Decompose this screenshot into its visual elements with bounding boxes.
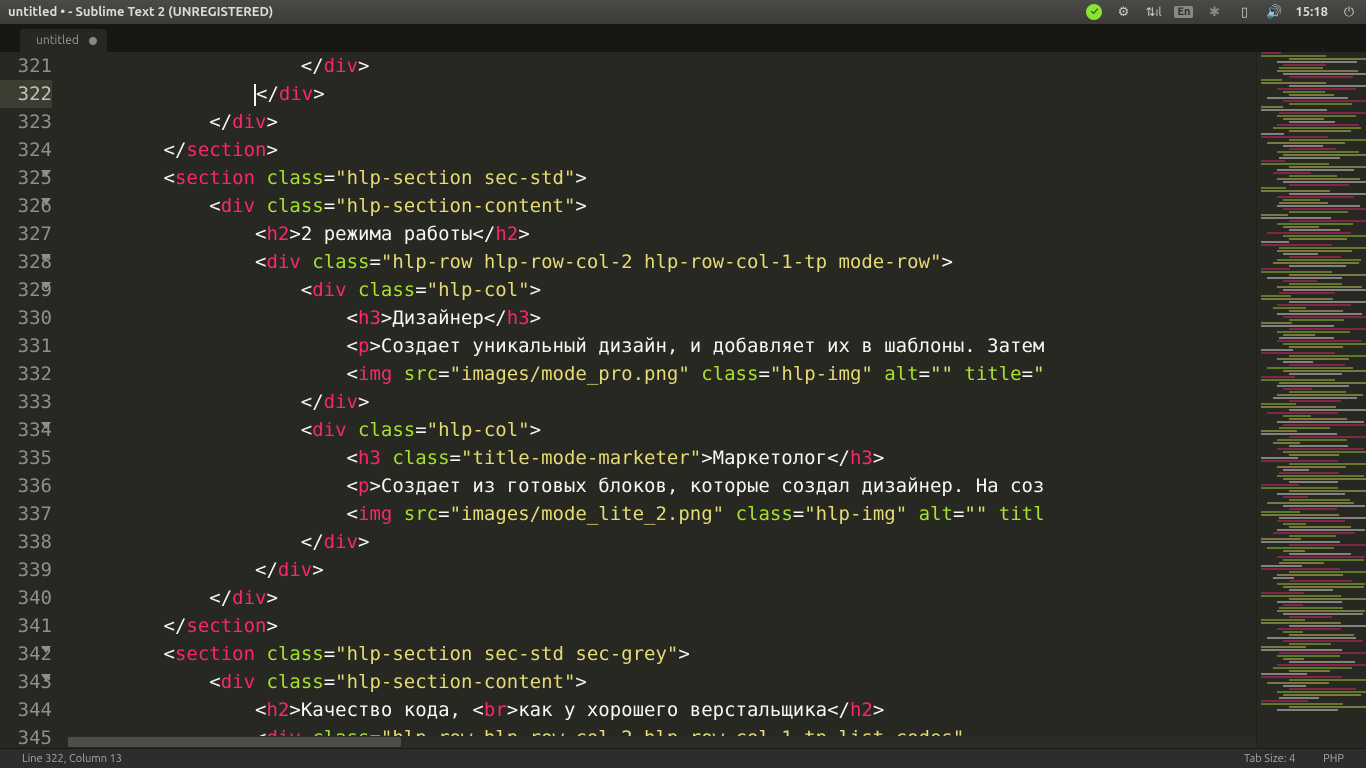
code-line[interactable]: <div class="hlp-section-content"> (72, 668, 1256, 696)
line-number[interactable]: 340 (0, 584, 52, 612)
line-number[interactable]: 332 (0, 360, 52, 388)
line-number[interactable]: 322 (0, 80, 52, 108)
minimap[interactable] (1256, 52, 1366, 748)
clock[interactable]: 15:18 (1295, 5, 1328, 19)
scrollbar-thumb[interactable] (68, 737, 401, 747)
code-line[interactable]: <div class="hlp-section-content"> (72, 192, 1256, 220)
code-line[interactable]: </div> (72, 528, 1256, 556)
fold-marker-icon[interactable] (41, 170, 51, 177)
tab-size-indicator[interactable]: Tab Size: 4 (1230, 753, 1309, 765)
code-line[interactable]: <h3 class="title-mode-marketer">Маркетол… (72, 444, 1256, 472)
code-line[interactable]: <p>Создает из готовых блоков, которые со… (72, 472, 1256, 500)
status-bar: Line 322, Column 13 Tab Size: 4 PHP (0, 748, 1366, 768)
line-number[interactable]: 338 (0, 528, 52, 556)
line-number[interactable]: 343 (0, 668, 52, 696)
volume-icon[interactable]: 🔊 (1265, 3, 1283, 21)
line-number[interactable]: 333 (0, 388, 52, 416)
code-line[interactable]: <h2>Качество кода, <br>как у хорошего ве… (72, 696, 1256, 724)
line-number[interactable]: 339 (0, 556, 52, 584)
code-line[interactable]: <section class="hlp-section sec-std sec-… (72, 640, 1256, 668)
fold-marker-icon[interactable] (41, 422, 51, 429)
code-line[interactable]: </div> (72, 388, 1256, 416)
line-number[interactable]: 334 (0, 416, 52, 444)
line-number[interactable]: 328 (0, 248, 52, 276)
line-number[interactable]: 341 (0, 612, 52, 640)
bluetooth-icon[interactable]: ✱ (1205, 3, 1223, 21)
battery-icon[interactable]: ▯ (1235, 3, 1253, 21)
code-line[interactable]: <img src="images/mode_pro.png" class="hl… (72, 360, 1256, 388)
horizontal-scrollbar[interactable] (68, 736, 1256, 748)
line-number[interactable]: 327 (0, 220, 52, 248)
settings-icon[interactable]: ⚙ (1114, 3, 1132, 21)
code-line[interactable]: </div> (72, 584, 1256, 612)
line-number[interactable]: 335 (0, 444, 52, 472)
tab-untitled[interactable]: untitled (20, 29, 107, 52)
code-line[interactable]: </div> (72, 108, 1256, 136)
line-number[interactable]: 326 (0, 192, 52, 220)
tab-label: untitled (36, 34, 79, 47)
code-line[interactable]: <div class="hlp-col"> (72, 416, 1256, 444)
tab-bar: untitled (0, 24, 1366, 52)
code-line[interactable]: </section> (72, 612, 1256, 640)
fold-marker-icon[interactable] (41, 282, 51, 289)
code-line[interactable]: </div> (72, 80, 1256, 108)
line-number[interactable]: 345 (0, 724, 52, 752)
fold-marker-icon[interactable] (41, 646, 51, 653)
power-icon[interactable]: ⏻ (1340, 3, 1358, 21)
line-number[interactable]: 336 (0, 472, 52, 500)
network-icon[interactable]: ⇅ıl (1144, 3, 1162, 21)
fold-marker-icon[interactable] (41, 674, 51, 681)
system-menubar: untitled • - Sublime Text 2 (UNREGISTERE… (0, 0, 1366, 24)
code-line[interactable]: <div class="hlp-col"> (72, 276, 1256, 304)
window-title: untitled • - Sublime Text 2 (UNREGISTERE… (8, 5, 273, 19)
line-number[interactable]: 331 (0, 332, 52, 360)
fold-marker-icon[interactable] (41, 254, 51, 261)
line-number[interactable]: 330 (0, 304, 52, 332)
syntax-indicator[interactable]: PHP (1309, 753, 1358, 765)
keyboard-lang-indicator[interactable]: En (1174, 6, 1193, 18)
line-number[interactable]: 342 (0, 640, 52, 668)
code-line[interactable]: <h3>Дизайнер</h3> (72, 304, 1256, 332)
line-number[interactable]: 323 (0, 108, 52, 136)
code-line[interactable]: <div class="hlp-row hlp-row-col-2 hlp-ro… (72, 248, 1256, 276)
editor: 3213223233243253263273283293303313323333… (0, 52, 1366, 748)
line-number[interactable]: 329 (0, 276, 52, 304)
line-number[interactable]: 321 (0, 52, 52, 80)
line-number[interactable]: 324 (0, 136, 52, 164)
code-line[interactable]: </div> (72, 556, 1256, 584)
code-line[interactable]: <h2>2 режима работы</h2> (72, 220, 1256, 248)
code-line[interactable]: <section class="hlp-section sec-std"> (72, 164, 1256, 192)
fold-marker-icon[interactable] (41, 198, 51, 205)
tab-dirty-indicator-icon (89, 37, 97, 45)
code-line[interactable]: <img src="images/mode_lite_2.png" class=… (72, 500, 1256, 528)
sync-ok-icon[interactable] (1086, 4, 1102, 20)
code-line[interactable]: <p>Создает уникальный дизайн, и добавляе… (72, 332, 1256, 360)
line-number[interactable]: 325 (0, 164, 52, 192)
cursor-position[interactable]: Line 322, Column 13 (8, 753, 136, 765)
line-number[interactable]: 344 (0, 696, 52, 724)
code-line[interactable]: </div> (72, 52, 1256, 80)
code-area[interactable]: </div> </div> </div> </section> <section… (68, 52, 1256, 748)
system-tray: ⚙ ⇅ıl En ✱ ▯ 🔊 15:18 ⏻ (1086, 3, 1358, 21)
line-number-gutter[interactable]: 3213223233243253263273283293303313323333… (0, 52, 68, 748)
line-number[interactable]: 337 (0, 500, 52, 528)
code-line[interactable]: </section> (72, 136, 1256, 164)
